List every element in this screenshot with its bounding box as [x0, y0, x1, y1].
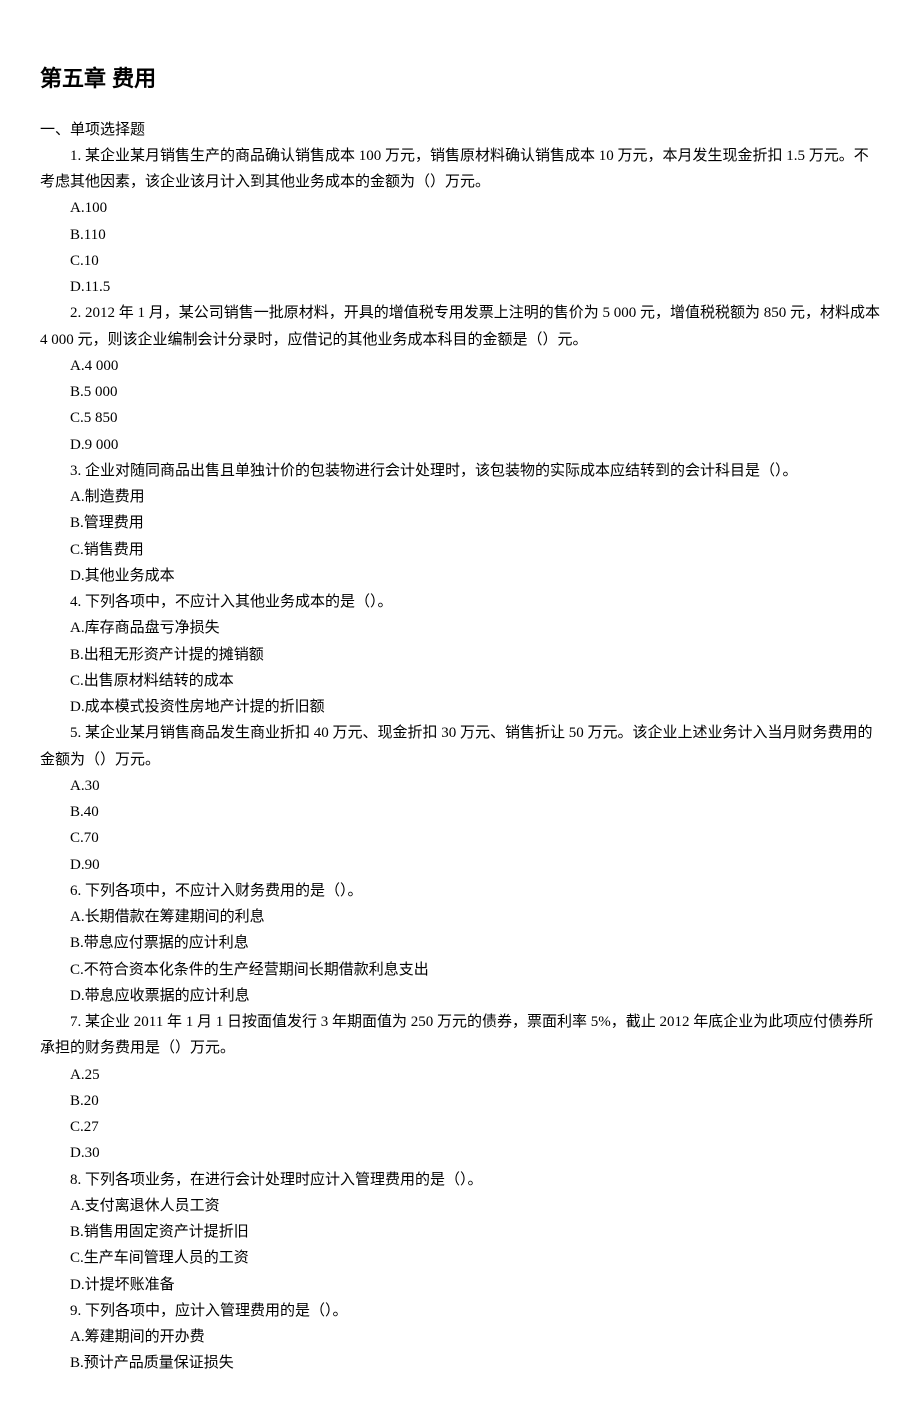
question-8-option-c: C.生产车间管理人员的工资	[40, 1245, 880, 1271]
question-5-option-d: D.90	[40, 852, 880, 878]
question-8-text: 8. 下列各项业务，在进行会计处理时应计入管理费用的是（）。	[40, 1167, 880, 1193]
question-1-option-d: D.11.5	[40, 274, 880, 300]
question-7-option-c: C.27	[40, 1114, 880, 1140]
question-5-option-c: C.70	[40, 825, 880, 851]
question-6-option-c: C.不符合资本化条件的生产经营期间长期借款利息支出	[40, 957, 880, 983]
question-2-option-a: A.4 000	[40, 353, 880, 379]
question-4-text: 4. 下列各项中，不应计入其他业务成本的是（）。	[40, 589, 880, 615]
section-heading: 一、单项选择题	[40, 117, 880, 143]
question-7-text: 7. 某企业 2011 年 1 月 1 日按面值发行 3 年期面值为 250 万…	[40, 1009, 880, 1062]
question-7-option-d: D.30	[40, 1140, 880, 1166]
chapter-title: 第五章 费用	[40, 60, 880, 99]
question-4-option-d: D.成本模式投资性房地产计提的折旧额	[40, 694, 880, 720]
question-1-option-a: A.100	[40, 195, 880, 221]
question-2-text: 2. 2012 年 1 月，某公司销售一批原材料，开具的增值税专用发票上注明的售…	[40, 300, 880, 353]
question-2-option-c: C.5 850	[40, 405, 880, 431]
question-4-option-b: B.出租无形资产计提的摊销额	[40, 642, 880, 668]
question-6-text: 6. 下列各项中，不应计入财务费用的是（）。	[40, 878, 880, 904]
question-3-option-a: A.制造费用	[40, 484, 880, 510]
question-4-option-c: C.出售原材料结转的成本	[40, 668, 880, 694]
question-4-option-a: A.库存商品盘亏净损失	[40, 615, 880, 641]
question-7-option-a: A.25	[40, 1062, 880, 1088]
question-2-option-d: D.9 000	[40, 432, 880, 458]
question-3-option-d: D.其他业务成本	[40, 563, 880, 589]
question-5-text: 5. 某企业某月销售商品发生商业折扣 40 万元、现金折扣 30 万元、销售折让…	[40, 720, 880, 773]
question-7-option-b: B.20	[40, 1088, 880, 1114]
question-5-option-b: B.40	[40, 799, 880, 825]
question-6-option-d: D.带息应收票据的应计利息	[40, 983, 880, 1009]
question-1-text: 1. 某企业某月销售生产的商品确认销售成本 100 万元，销售原材料确认销售成本…	[40, 143, 880, 196]
question-5-option-a: A.30	[40, 773, 880, 799]
question-1-option-b: B.110	[40, 222, 880, 248]
question-3-option-b: B.管理费用	[40, 510, 880, 536]
question-8-option-d: D.计提坏账准备	[40, 1272, 880, 1298]
question-6-option-a: A.长期借款在筹建期间的利息	[40, 904, 880, 930]
question-2-option-b: B.5 000	[40, 379, 880, 405]
question-9-option-a: A.筹建期间的开办费	[40, 1324, 880, 1350]
question-8-option-b: B.销售用固定资产计提折旧	[40, 1219, 880, 1245]
question-6-option-b: B.带息应付票据的应计利息	[40, 930, 880, 956]
question-1-option-c: C.10	[40, 248, 880, 274]
question-8-option-a: A.支付离退休人员工资	[40, 1193, 880, 1219]
question-9-option-b: B.预计产品质量保证损失	[40, 1350, 880, 1376]
question-3-text: 3. 企业对随同商品出售且单独计价的包装物进行会计处理时，该包装物的实际成本应结…	[40, 458, 880, 484]
question-3-option-c: C.销售费用	[40, 537, 880, 563]
